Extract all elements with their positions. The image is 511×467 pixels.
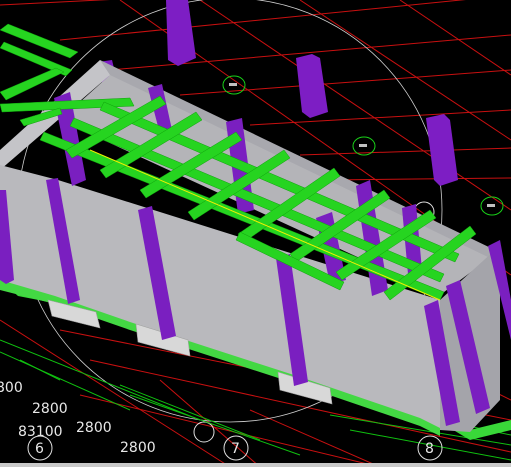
svg-text:7: 7 bbox=[231, 441, 240, 457]
svg-text:83100: 83100 bbox=[18, 424, 63, 440]
svg-text:8: 8 bbox=[425, 441, 434, 457]
svg-text:2800: 2800 bbox=[120, 440, 156, 456]
svg-text:2800: 2800 bbox=[76, 420, 112, 436]
svg-text:6: 6 bbox=[35, 441, 44, 457]
model-canvas[interactable]: 800 2800 83100 2800 2800 6 7 8 bbox=[0, 0, 511, 467]
cad-3d-viewport[interactable]: 800 2800 83100 2800 2800 6 7 8 bbox=[0, 0, 511, 467]
status-bar-strip bbox=[0, 463, 511, 467]
svg-text:2800: 2800 bbox=[32, 401, 68, 417]
svg-text:800: 800 bbox=[0, 380, 23, 396]
axis-bubbles: 6 7 8 bbox=[27, 435, 443, 461]
dimension-labels: 800 2800 83100 2800 2800 bbox=[0, 380, 156, 456]
